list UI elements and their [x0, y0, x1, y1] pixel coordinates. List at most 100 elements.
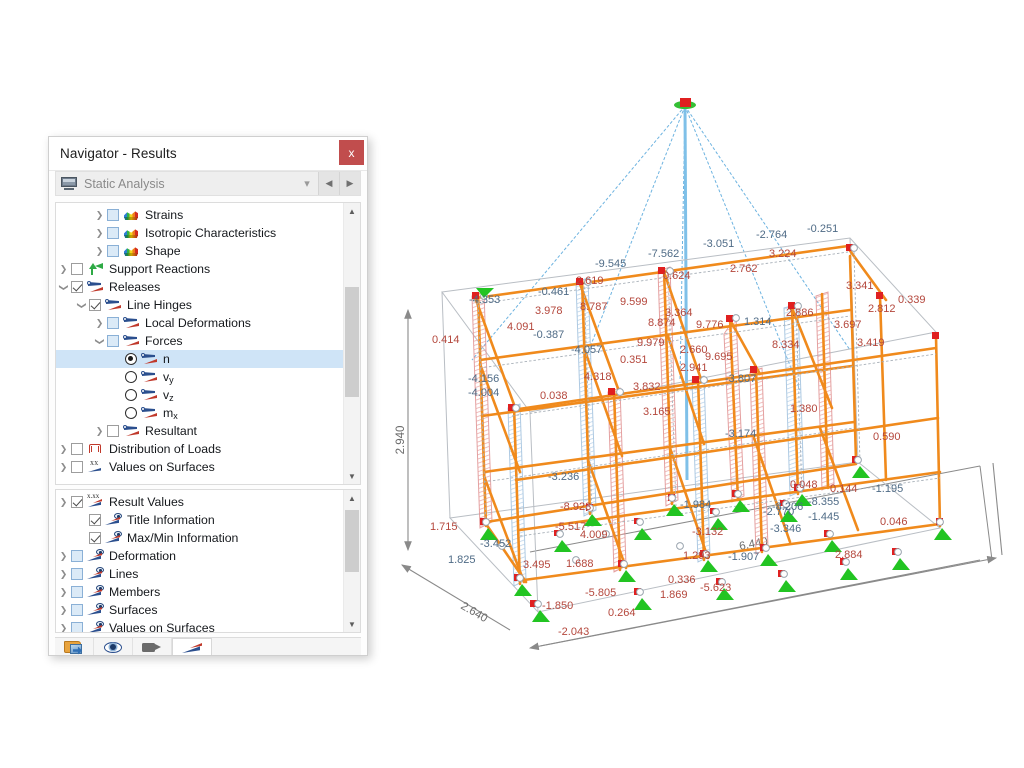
chevron-right-icon[interactable]: ❯ [56, 551, 71, 562]
tree-radio[interactable] [125, 407, 137, 419]
tree-item-resultant[interactable]: ❯ Resultant [56, 422, 343, 440]
close-icon[interactable]: x [339, 140, 364, 165]
scroll-down-icon-2[interactable]: ▼ [344, 616, 360, 632]
tree-item-m[interactable]: ❯ mx [56, 404, 343, 422]
clipping-planes-button[interactable] [133, 638, 172, 655]
tree-checkbox[interactable] [71, 443, 83, 455]
chevron-right-icon[interactable]: ❯ [56, 497, 71, 508]
display-tree-lower[interactable]: ❯ Result Values ❯ Title Information ❯ Max/Min… [55, 489, 361, 633]
tree-checkbox[interactable] [71, 281, 83, 293]
chevron-right-icon[interactable]: ❯ [92, 318, 107, 329]
tree-item-label: vy [163, 370, 174, 385]
tree-radio[interactable] [125, 371, 137, 383]
result-value-label: 0.336 [668, 574, 696, 586]
result-value-label: 2.660 [680, 344, 708, 356]
tree-item-v[interactable]: ❯ vy [56, 368, 343, 386]
result-value-label: -3.174 [725, 428, 756, 440]
tree-item-max-min-information[interactable]: ❯ Max/Min Information [56, 529, 343, 547]
tree-item-releases[interactable]: ❯ Releases [56, 278, 343, 296]
tree-checkbox[interactable] [71, 263, 83, 275]
tree-item-lines[interactable]: ❯ Lines [56, 565, 343, 583]
chevron-right-icon[interactable]: ❯ [56, 623, 71, 633]
tree-item-members[interactable]: ❯ Members [56, 583, 343, 601]
tree-checkbox[interactable] [71, 496, 83, 508]
tree-checkbox[interactable] [107, 425, 119, 437]
results-tree-upper[interactable]: ❯ Strains ❯ Isotropic Characteristics ❯ Shape… [55, 202, 361, 485]
tree-item-distribution-of-loads[interactable]: ❯ Distribution of Loads [56, 440, 343, 458]
tree-checkbox[interactable] [89, 514, 101, 526]
tree-item-result-values[interactable]: ❯ Result Values [56, 492, 343, 511]
analysis-type-combobox[interactable]: Static Analysis ▾ ◀ ▶ [55, 171, 361, 196]
chevron-right-icon[interactable]: ❯ [92, 228, 107, 239]
chevron-down-icon[interactable]: ❯ [58, 280, 69, 295]
tree-item-line-hinges[interactable]: ❯ Line Hinges [56, 296, 343, 314]
tree-checkbox[interactable] [71, 568, 83, 580]
chevron-down-icon[interactable]: ❯ [76, 298, 87, 313]
tree-checkbox[interactable] [107, 209, 119, 221]
tree-radio[interactable] [125, 353, 137, 365]
lower-scroll-thumb[interactable] [345, 510, 359, 572]
tree-checkbox[interactable] [71, 622, 83, 632]
tree-checkbox[interactable] [107, 317, 119, 329]
next-analysis-button[interactable]: ▶ [339, 172, 360, 195]
chevron-right-icon[interactable]: ❯ [56, 264, 71, 275]
upper-tree-scrollbar[interactable]: ▲ ▼ [343, 203, 360, 484]
chevron-right-icon[interactable]: ❯ [56, 587, 71, 598]
tree-checkbox[interactable] [107, 227, 119, 239]
chevron-right-icon[interactable]: ❯ [92, 426, 107, 437]
results-tab-button[interactable] [172, 638, 212, 655]
result-value-label: 9.979 [637, 337, 665, 349]
model-nodes [480, 244, 944, 608]
tree-item-n[interactable]: ❯n [56, 350, 343, 368]
tree-item-label: Line Hinges [127, 298, 192, 312]
chevron-right-icon[interactable]: ❯ [92, 246, 107, 257]
scroll-down-icon[interactable]: ▼ [344, 468, 360, 484]
tree-item-support-reactions[interactable]: ❯ Support Reactions [56, 260, 343, 278]
tree-item-deformation[interactable]: ❯ Deformation [56, 547, 343, 565]
tree-item-values-on-surfaces[interactable]: ❯ Values on Surfaces [56, 619, 343, 632]
tree-item-shape[interactable]: ❯ Shape [56, 242, 343, 260]
tree-checkbox[interactable] [71, 586, 83, 598]
prev-analysis-button[interactable]: ◀ [318, 172, 339, 195]
tree-item-label: Result Values [109, 495, 184, 509]
visibility-button[interactable] [94, 638, 133, 655]
result-value-label: -4.156 [468, 373, 499, 385]
chevron-down-icon[interactable]: ❯ [94, 334, 105, 349]
scroll-up-icon-2[interactable]: ▲ [344, 490, 360, 506]
tree-checkbox[interactable] [71, 604, 83, 616]
model-viewport[interactable]: 2.940 2.640 6.440 -4.353 -0.461 2.619 -9… [380, 60, 1024, 700]
chevron-down-icon[interactable]: ▾ [296, 177, 318, 190]
result-value-label: 2.619 [576, 275, 604, 287]
tree-item-strains[interactable]: ❯ Strains [56, 206, 343, 224]
tree-item-label: Releases [109, 280, 161, 294]
open-results-button[interactable] [55, 638, 94, 655]
tree-checkbox[interactable] [89, 299, 101, 311]
tree-item-isotropic-characteristics[interactable]: ❯ Isotropic Characteristics [56, 224, 343, 242]
result-value-label: -2.770 [763, 506, 794, 518]
scroll-up-icon[interactable]: ▲ [344, 203, 360, 219]
tree-radio[interactable] [125, 389, 137, 401]
tree-item-local-deformations[interactable]: ❯ Local Deformations [56, 314, 343, 332]
tree-item-label: Isotropic Characteristics [145, 226, 277, 240]
upper-scroll-thumb[interactable] [345, 287, 359, 397]
tree-checkbox[interactable] [107, 245, 119, 257]
tree-checkbox[interactable] [107, 335, 119, 347]
tree-item-label: Forces [145, 334, 183, 348]
result-value-label: -0.461 [538, 286, 569, 298]
tree-item-v[interactable]: ❯ vz [56, 386, 343, 404]
tree-item-forces[interactable]: ❯ Forces [56, 332, 343, 350]
tree-checkbox[interactable] [71, 461, 83, 473]
lower-tree-scrollbar[interactable]: ▲ ▼ [343, 490, 360, 632]
chevron-right-icon[interactable]: ❯ [56, 605, 71, 616]
tree-item-label: Values on Surfaces [109, 621, 215, 632]
chevron-right-icon[interactable]: ❯ [56, 569, 71, 580]
tree-checkbox[interactable] [89, 532, 101, 544]
tree-item-title-information[interactable]: ❯ Title Information [56, 511, 343, 529]
chevron-right-icon[interactable]: ❯ [56, 462, 71, 473]
tree-item-label: Lines [109, 567, 139, 581]
chevron-right-icon[interactable]: ❯ [56, 444, 71, 455]
tree-item-values-on-surfaces[interactable]: ❯ Values on Surfaces [56, 458, 343, 476]
chevron-right-icon[interactable]: ❯ [92, 210, 107, 221]
tree-item-surfaces[interactable]: ❯ Surfaces [56, 601, 343, 619]
tree-checkbox[interactable] [71, 550, 83, 562]
